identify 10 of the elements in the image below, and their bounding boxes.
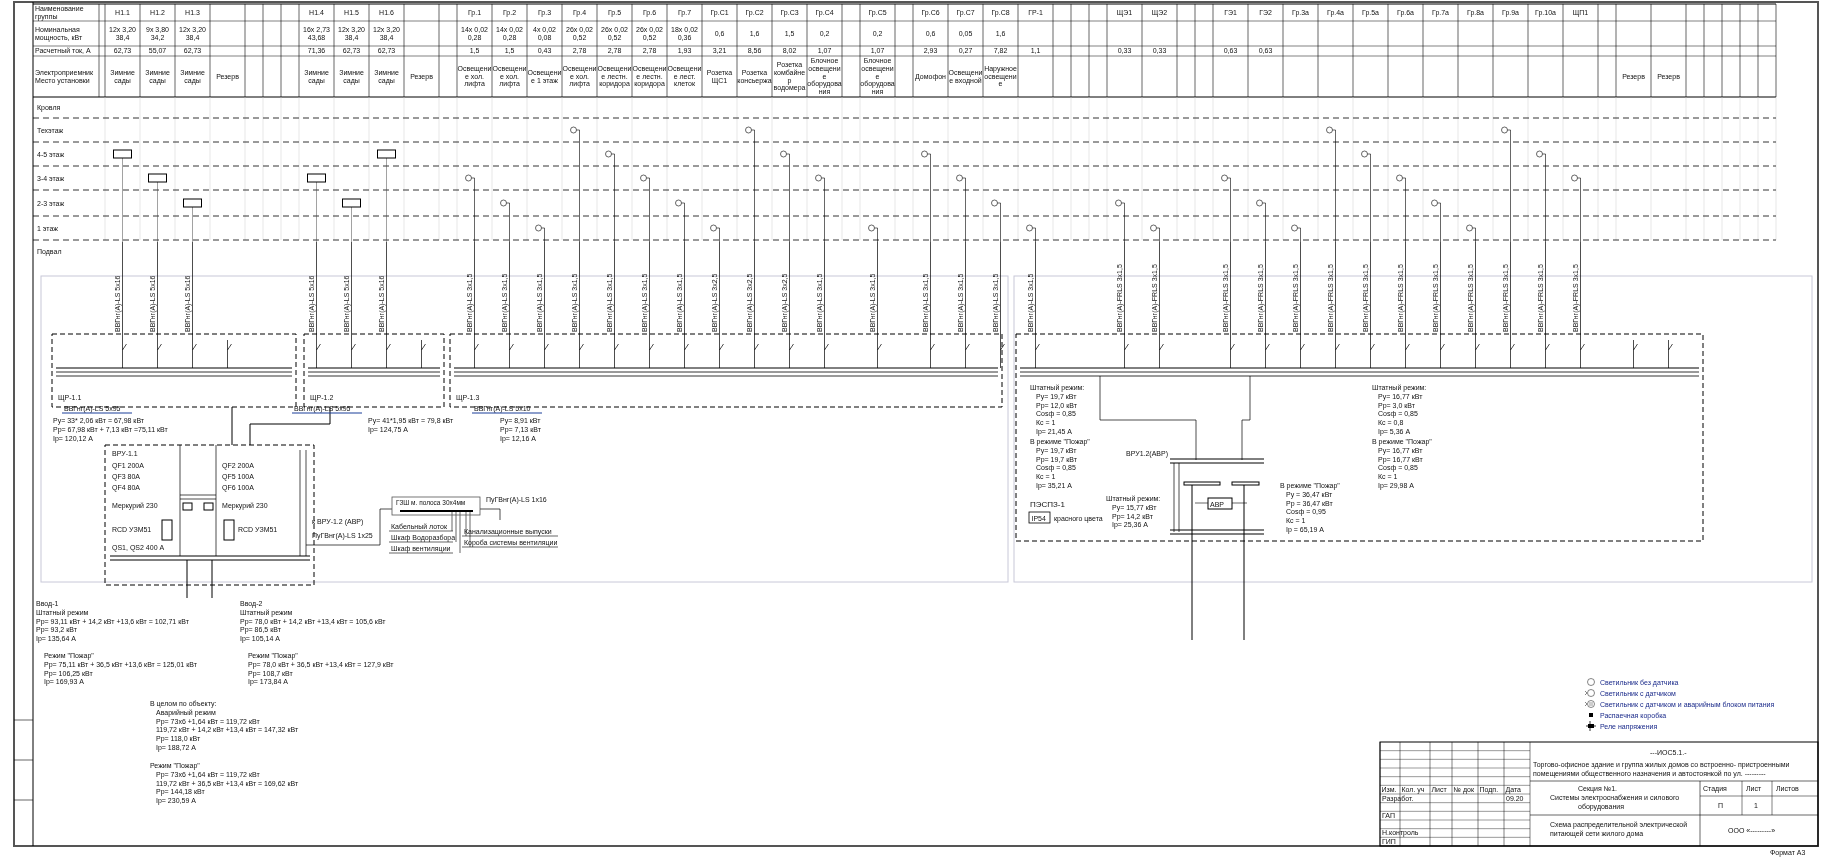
lamp-icon [1587, 678, 1595, 686]
ip-badge [1028, 511, 1051, 524]
relay-icon [1585, 720, 1597, 732]
cable-underline [61, 412, 133, 414]
panel-label: ПЭСПЗ-1 [1030, 500, 1065, 509]
lamp-sensor-icon [1584, 689, 1595, 697]
cable-underline [471, 412, 543, 414]
cable-underline [291, 412, 363, 414]
junction-box-icon [1589, 713, 1593, 717]
lamp-sensor-icon [1584, 700, 1595, 708]
